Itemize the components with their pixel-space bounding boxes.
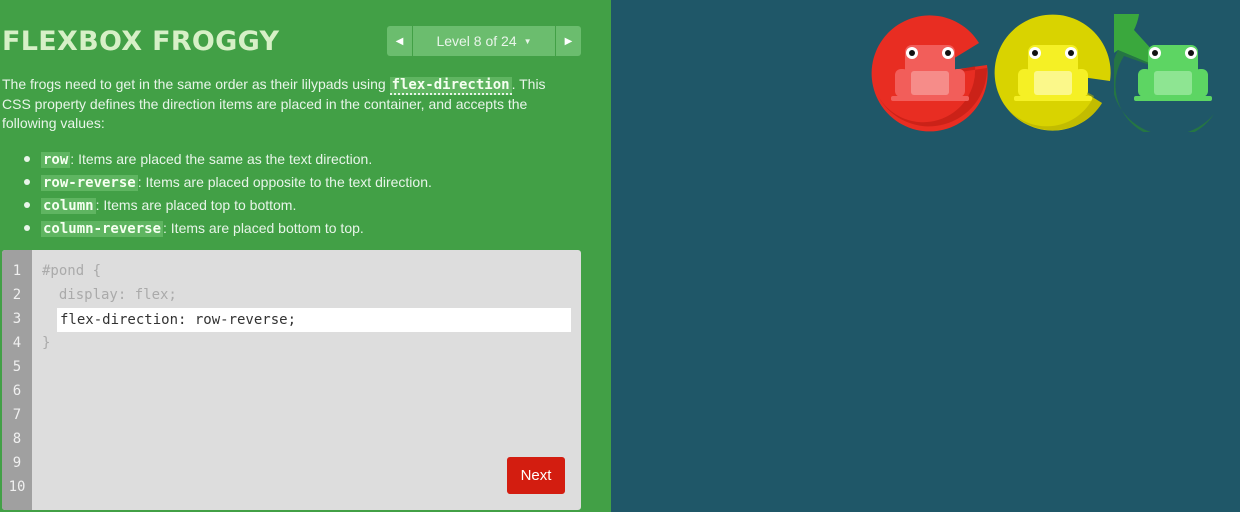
line-number: 2 <box>12 287 22 303</box>
value-description: : Items are placed the same as the text … <box>70 151 373 167</box>
css-editor: 1 2 3 4 5 6 7 8 9 10 #pond { display: fl… <box>2 250 581 510</box>
value-code: row <box>41 152 71 168</box>
css-code-input[interactable] <box>57 308 571 332</box>
code-line-selector: #pond { <box>42 263 102 279</box>
list-item: row-reverse: Items are placed opposite t… <box>24 171 432 194</box>
line-number: 7 <box>12 407 22 423</box>
code-line-display: display: flex; <box>42 287 177 303</box>
intro-text-before: The frogs need to get in the same order … <box>2 76 390 92</box>
value-code: column-reverse <box>41 221 164 237</box>
line-number-gutter: 1 2 3 4 5 6 7 8 9 10 <box>2 250 32 510</box>
level-indicator-dropdown[interactable]: Level 8 of 24 ▼ <box>413 26 555 56</box>
code-line-closing-brace: } <box>42 335 51 351</box>
app-title: FLEXBOX FROGGY <box>2 26 280 57</box>
line-number: 10 <box>8 479 26 495</box>
next-level-button[interactable]: ▶ <box>556 26 581 56</box>
line-number: 9 <box>12 455 22 471</box>
lilypad-red <box>871 15 988 132</box>
pond <box>611 0 1240 512</box>
line-number: 4 <box>12 335 22 351</box>
line-number: 1 <box>12 263 22 279</box>
instructions-text: The frogs need to get in the same order … <box>2 75 577 133</box>
triangle-right-icon: ▶ <box>564 35 573 47</box>
lilypad-green <box>1114 14 1214 132</box>
line-number: 8 <box>12 431 22 447</box>
next-button[interactable]: Next <box>507 457 565 494</box>
list-item: row: Items are placed the same as the te… <box>24 148 432 171</box>
value-code: row-reverse <box>41 175 138 191</box>
lilypad-yellow <box>994 14 1111 131</box>
previous-level-button[interactable]: ◀ <box>387 26 412 56</box>
line-number: 5 <box>12 359 22 375</box>
value-description: : Items are placed bottom to top. <box>163 220 364 236</box>
caret-down-icon: ▼ <box>523 36 532 46</box>
value-description: : Items are placed top to bottom. <box>95 197 297 213</box>
triangle-left-icon: ◀ <box>395 35 404 47</box>
level-label: Level 8 of 24 <box>436 33 517 49</box>
list-item: column-reverse: Items are placed bottom … <box>24 217 432 240</box>
line-number: 3 <box>12 311 22 327</box>
flex-direction-keyword[interactable]: flex-direction <box>389 77 512 95</box>
sidebar: FLEXBOX FROGGY ◀ Level 8 of 24 ▼ ▶ The f… <box>0 0 611 512</box>
value-code: column <box>41 198 96 214</box>
level-navigation: ◀ Level 8 of 24 ▼ ▶ <box>387 26 581 56</box>
values-list: row: Items are placed the same as the te… <box>24 148 432 240</box>
list-item: column: Items are placed top to bottom. <box>24 194 432 217</box>
line-number: 6 <box>12 383 22 399</box>
value-description: : Items are placed opposite to the text … <box>137 174 432 190</box>
